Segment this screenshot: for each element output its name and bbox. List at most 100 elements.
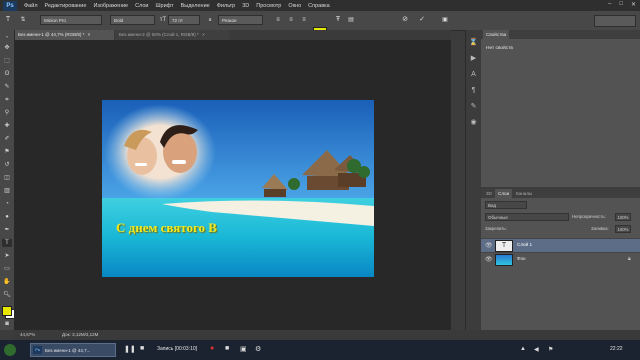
close-tab-icon[interactable]: × — [202, 32, 205, 37]
tab-label: Без имени-2 @ 50% (Слой 1, RGB/8) * — [119, 32, 199, 37]
workspace-select[interactable] — [594, 15, 636, 27]
menu-select[interactable]: Выделение — [181, 3, 210, 9]
menu-filter[interactable]: Фильтр — [217, 3, 235, 9]
lasso-tool-icon[interactable]: ʘ — [2, 70, 12, 78]
zoom-tool-icon[interactable]: 🔍︎ — [2, 291, 12, 299]
start-button[interactable] — [4, 344, 16, 356]
tray-icon-flag[interactable]: ⚑ — [548, 346, 553, 353]
tray-icon-network[interactable]: ▲ — [520, 346, 526, 352]
layers-panel: 3D Слои Каналы Вид Обычные Непрозрачност… — [481, 189, 640, 330]
collapse-tools-icon[interactable]: » — [2, 33, 12, 41]
character-panel-icon[interactable]: ▤ — [346, 15, 356, 25]
navigator-icon[interactable]: ◉ — [469, 118, 478, 127]
warp-text-icon[interactable]: Ŧ — [333, 15, 343, 25]
text-orientation-icon[interactable]: ⇅ — [18, 15, 28, 25]
layer-filter-select[interactable]: Вид — [485, 201, 527, 209]
align-center-icon[interactable]: ≡ — [286, 15, 296, 25]
blend-mode-select[interactable]: Обычные — [485, 213, 569, 221]
character-icon[interactable]: A — [469, 70, 478, 79]
actions-icon[interactable]: ▶ — [469, 54, 478, 63]
hand-tool-icon[interactable]: ✋ — [2, 278, 12, 286]
tab-document-1[interactable]: Без имени-1 @ 44,7% (RGB/8) * × — [14, 30, 114, 40]
document-image[interactable]: С днем святого В — [102, 100, 374, 277]
font-family-select[interactable]: Minion Pro — [40, 15, 102, 25]
tray-icon-volume[interactable]: ◀ — [534, 346, 539, 353]
pause-icon[interactable]: ❚❚ — [124, 345, 136, 353]
pen-tool-icon[interactable]: ✒ — [2, 226, 12, 234]
opacity-field[interactable]: 100% — [615, 213, 631, 221]
document-size[interactable]: Док: 3,12M/3,12M — [62, 332, 98, 337]
dodge-tool-icon[interactable]: ● — [2, 213, 12, 221]
menu-bar: Ps Файл Редактирование Изображение Слои … — [0, 0, 640, 11]
marquee-tool-icon[interactable]: ⬚ — [2, 57, 12, 65]
commit-edit-icon[interactable]: ✓ — [417, 15, 427, 25]
clone-stamp-tool-icon[interactable]: ⚑ — [2, 148, 12, 156]
close-tab-icon[interactable]: × — [88, 32, 91, 37]
menu-3d[interactable]: 3D — [242, 3, 249, 9]
shape-tool-icon[interactable]: ▭ — [2, 265, 12, 273]
clock[interactable]: 22:22 — [610, 346, 623, 352]
align-left-icon[interactable]: ≡ — [273, 15, 283, 25]
menu-layers[interactable]: Слои — [135, 3, 148, 9]
eraser-tool-icon[interactable]: ◫ — [2, 174, 12, 182]
tab-channels[interactable]: Каналы — [513, 189, 535, 198]
eye-icon[interactable]: 👁︎ — [485, 256, 493, 263]
history-icon[interactable]: ⌛ — [469, 38, 478, 47]
layer-row-layer1[interactable]: 👁︎ T Слой 1 — [481, 238, 640, 252]
layer-name[interactable]: Слой 1 — [517, 242, 532, 247]
menu-image[interactable]: Изображение — [93, 3, 128, 9]
tab-3d[interactable]: 3D — [483, 189, 495, 198]
font-size-select[interactable]: 72 пт — [168, 15, 200, 25]
quick-selection-tool-icon[interactable]: ✎ — [2, 83, 12, 91]
history-brush-tool-icon[interactable]: ↺ — [2, 161, 12, 169]
anti-alias-select[interactable]: Резкое — [218, 15, 263, 25]
type-tool-preset-icon[interactable]: T — [3, 15, 13, 25]
menu-window[interactable]: Окно — [288, 3, 301, 9]
foreground-color-swatch[interactable] — [2, 306, 12, 316]
fill-field[interactable]: 100% — [615, 225, 631, 233]
properties-panel: Свойства Нет свойств — [481, 30, 640, 187]
move-tool-icon[interactable]: ✥ — [2, 44, 12, 52]
blur-tool-icon[interactable]: ◔ — [2, 200, 12, 208]
layer-filter-label: Вид — [488, 203, 497, 208]
layer-row-background[interactable]: 👁︎ Фон 🔒︎ — [481, 252, 640, 266]
gradient-tool-icon[interactable]: ▥ — [2, 187, 12, 195]
eyedropper-tool-icon[interactable]: ⚲ — [2, 109, 12, 117]
camera-icon[interactable]: ▣ — [240, 345, 247, 353]
align-right-icon[interactable]: ≡ — [299, 15, 309, 25]
menu-file[interactable]: Файл — [24, 3, 38, 9]
zoom-level[interactable]: 44,67% — [20, 332, 35, 337]
close-window-button[interactable]: ✕ — [631, 1, 636, 8]
document-tab-bar: Без имени-1 @ 44,7% (RGB/8) * × Без имен… — [14, 30, 451, 40]
brush-presets-icon[interactable]: ✎ — [469, 102, 478, 111]
text-layer-thumbnail: T — [495, 240, 513, 252]
quick-mask-icon[interactable]: ◙ — [2, 320, 12, 328]
menu-edit[interactable]: Редактирование — [45, 3, 87, 9]
greeting-text-layer[interactable]: С днем святого В — [116, 220, 217, 236]
tab-layers[interactable]: Слои — [495, 189, 513, 198]
record-stop-icon[interactable]: ■ — [225, 345, 229, 352]
tab-properties[interactable]: Свойства — [483, 30, 510, 39]
font-style-select[interactable]: Bold — [110, 15, 155, 25]
healing-brush-tool-icon[interactable]: ✚ — [2, 122, 12, 130]
cancel-edit-icon[interactable]: ⊘ — [400, 15, 410, 25]
eye-icon[interactable]: 👁︎ — [485, 242, 493, 249]
taskbar-photoshop-item[interactable]: Без имени-1 @ 44,7... — [30, 343, 116, 357]
tools-panel: » ✥ ⬚ ʘ ✎ ⌗ ⚲ ✚ ✐ ⚑ ↺ ◫ ▥ ◔ ● ✒ T ➤ ▭ ✋ … — [0, 30, 15, 330]
record-icon[interactable]: ● — [210, 345, 214, 352]
3d-text-icon[interactable]: ▣ — [440, 15, 450, 25]
minimize-button[interactable]: – — [608, 1, 611, 8]
menu-type[interactable]: Шрифт — [155, 3, 173, 9]
maximize-button[interactable]: □ — [619, 1, 623, 8]
stop-icon[interactable]: ■ — [140, 345, 144, 352]
crop-tool-icon[interactable]: ⌗ — [2, 96, 12, 104]
menu-view[interactable]: Просмотр — [256, 3, 281, 9]
menu-help[interactable]: Справка — [308, 3, 330, 9]
layer-name[interactable]: Фон — [517, 256, 526, 261]
type-tool-icon[interactable]: T — [2, 239, 12, 247]
path-selection-tool-icon[interactable]: ➤ — [2, 252, 12, 260]
brush-tool-icon[interactable]: ✐ — [2, 135, 12, 143]
settings-icon[interactable]: ⚙ — [255, 345, 261, 353]
tab-document-2[interactable]: Без имени-2 @ 50% (Слой 1, RGB/8) * × — [115, 30, 229, 40]
paragraph-icon[interactable]: ¶ — [469, 86, 478, 95]
